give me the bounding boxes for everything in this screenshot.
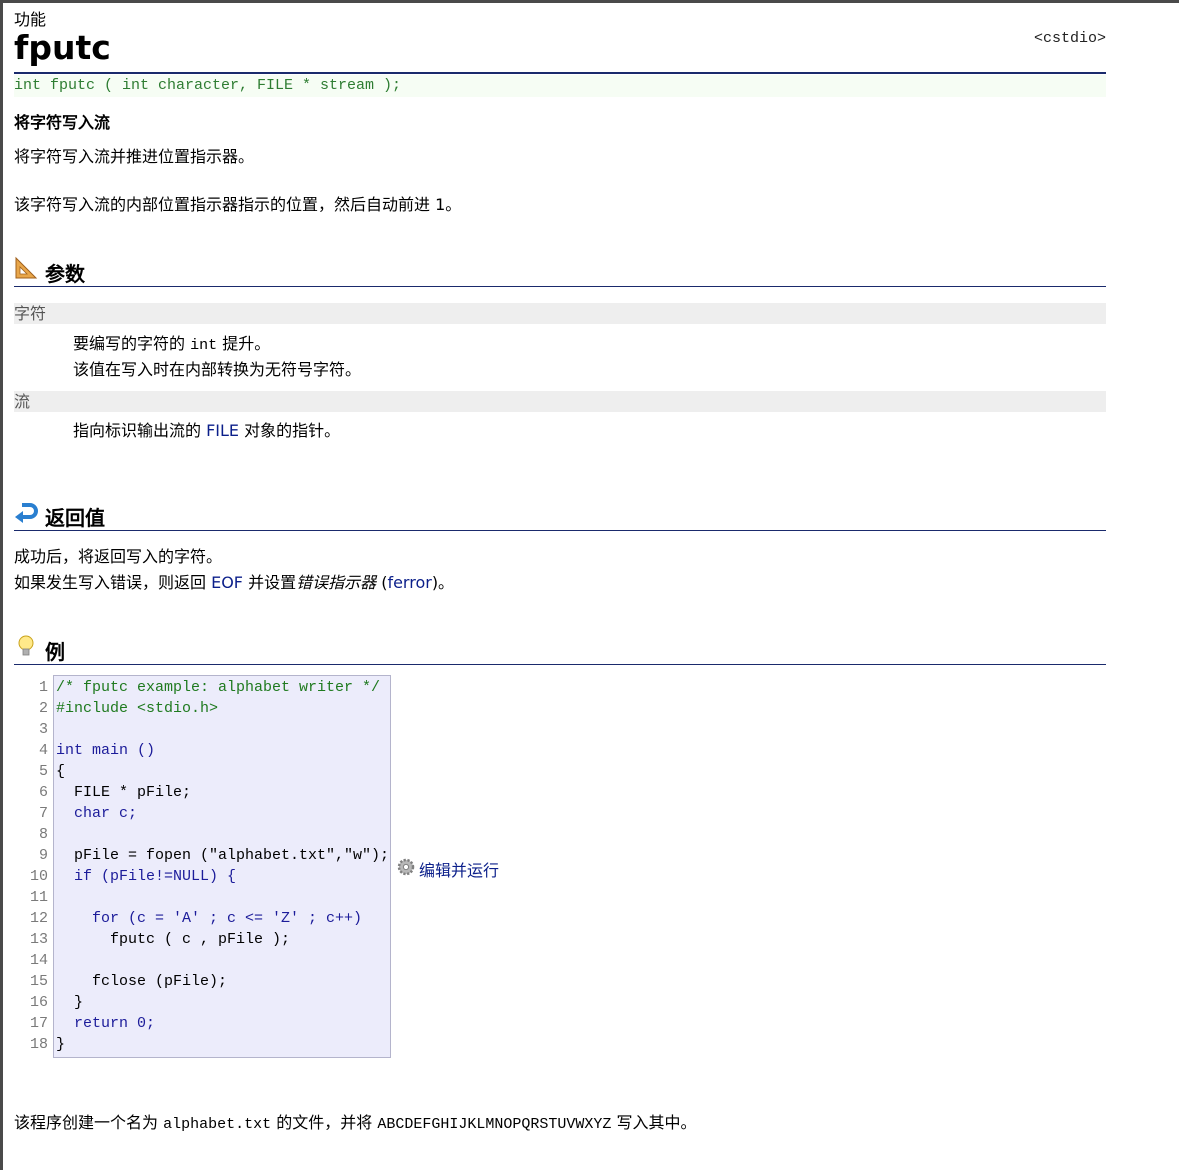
line-number: 3 [38, 721, 48, 738]
code-line: } [56, 1036, 66, 1053]
title-rule [14, 72, 1106, 74]
file-link[interactable]: FILE [206, 421, 239, 440]
return-line2-pre: 如果发生写入错误，则返回 [14, 573, 212, 592]
lightbulb-icon [18, 635, 34, 656]
line-number: 18 [29, 1036, 48, 1053]
param-character-desc-1: 要编写的字符的 int 提升。 [73, 330, 270, 354]
window-left-border [0, 3, 3, 1170]
line-number: 1 [38, 679, 48, 696]
edit-and-run-label[interactable]: 编辑并运行 [419, 857, 499, 881]
param-stream-desc-post: 对象的指针。 [239, 421, 341, 440]
code-line: for (c = 'A' ; c <= 'Z' ; c++) [56, 910, 363, 927]
footer-pre: 该程序创建一个名为 [14, 1113, 164, 1132]
line-number: 15 [29, 973, 48, 990]
eof-link[interactable]: EOF [211, 573, 243, 592]
code-line: fclose (pFile); [56, 973, 228, 990]
line-number: 9 [38, 847, 48, 864]
footer-alphabet: ABCDEFGHIJKLMNOPQRSTUVWXYZ [377, 1116, 612, 1133]
example-heading-label: 例 [45, 640, 65, 664]
line-number: 14 [29, 952, 48, 969]
code-line: if (pFile!=NULL) { [56, 868, 237, 885]
parameters-heading: 参数 [14, 254, 1106, 287]
code-line: FILE * pFile; [56, 784, 192, 801]
line-number: 13 [29, 931, 48, 948]
code-line: return 0; [56, 1015, 156, 1032]
window-top-border [0, 0, 1179, 3]
footer-post: 写入其中。 [611, 1113, 697, 1132]
return-line2-mid: 并设置 [243, 573, 297, 592]
param-stream-desc: 指向标识输出流的 FILE 对象的指针。 [73, 417, 340, 441]
code-line: fputc ( c , pFile ); [56, 931, 291, 948]
code-line: #include <stdio.h> [56, 700, 219, 717]
footer-mid: 的文件，并将 [271, 1113, 378, 1132]
example-footer: 该程序创建一个名为 alphabet.txt 的文件，并将 ABCDEFGHIJ… [14, 1109, 696, 1133]
return-value-heading-label: 返回值 [45, 506, 105, 530]
ruler-triangle-icon [15, 256, 38, 279]
code-line: pFile = fopen ("alphabet.txt","w"); [56, 847, 390, 864]
return-value-line-1: 成功后，将返回写入的字符。 [14, 547, 223, 566]
param-name-stream: 流 [14, 391, 1106, 412]
line-number: 11 [29, 889, 48, 906]
code-line: int main () [56, 742, 156, 759]
line-number: 4 [38, 742, 48, 759]
line-number: 10 [29, 868, 48, 885]
line-number: 7 [38, 805, 48, 822]
header-file-label: <cstdio> [1034, 30, 1107, 47]
gear-icon [397, 858, 415, 876]
code-line: /* fputc example: alphabet writer */ [56, 679, 381, 696]
description-1: 将字符写入流并推进位置指示器。 [14, 147, 255, 166]
return-line2-paren: ( [376, 573, 388, 592]
line-number: 17 [29, 1015, 48, 1032]
return-value-line-2: 如果发生写入错误，则返回 EOF 并设置错误指示器 (ferror)。 [14, 569, 454, 593]
int-code: int [190, 337, 218, 354]
code-line: } [56, 994, 84, 1011]
line-number: 5 [38, 763, 48, 780]
line-number: 8 [38, 826, 48, 843]
example-heading: 例 [14, 632, 1106, 665]
return-line2-post: )。 [431, 573, 455, 592]
code-block[interactable] [53, 675, 391, 1058]
param-stream-desc-pre: 指向标识输出流的 [73, 421, 207, 440]
line-number: 6 [38, 784, 48, 801]
code-line: { [56, 763, 66, 780]
return-value-heading: 返回值 [14, 498, 1106, 531]
footer-filename: alphabet.txt [163, 1116, 272, 1133]
line-number: 16 [29, 994, 48, 1011]
description-2: 该字符写入流的内部位置指示器指示的位置，然后自动前进 1。 [14, 195, 462, 214]
code-line: char c; [56, 805, 138, 822]
parameters-heading-label: 参数 [45, 262, 85, 286]
param-name-character: 字符 [14, 303, 1106, 324]
param-character-desc-post: 提升。 [217, 334, 271, 353]
return-arrow-icon [15, 503, 38, 523]
line-number: 12 [29, 910, 48, 927]
summary-title: 将字符写入流 [14, 113, 111, 132]
line-number: 2 [38, 700, 48, 717]
param-character-desc-pre: 要编写的字符的 [73, 334, 191, 353]
category-label: 功能 [14, 10, 47, 29]
param-character-desc-2: 该值在写入时在内部转换为无符号字符。 [73, 360, 362, 379]
page-title: fputc [14, 28, 111, 67]
error-indicator-text: 错误指示器 [296, 573, 377, 592]
ferror-link[interactable]: ferror [387, 573, 431, 592]
prototype: int fputc ( int character, FILE * stream… [14, 75, 1106, 97]
